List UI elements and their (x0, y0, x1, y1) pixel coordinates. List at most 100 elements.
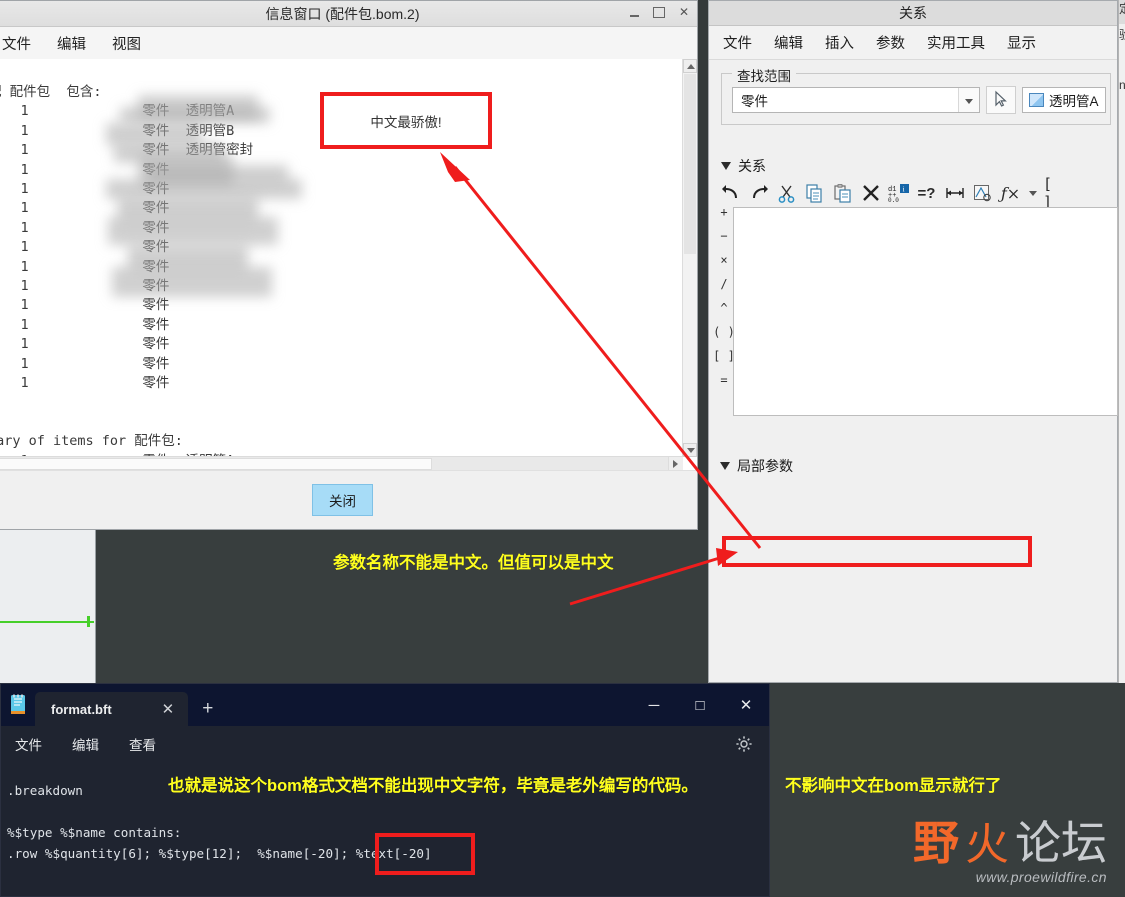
callout-box: 中文最骄傲! (320, 92, 492, 149)
green-reference-line (0, 621, 94, 623)
watermark-char-2: 论坛 (1015, 816, 1107, 870)
close-icon[interactable]: ✕ (723, 684, 769, 726)
menu-item-parameters[interactable]: 参数 (876, 32, 905, 53)
highlight-box-param-row (722, 536, 1032, 567)
redaction-block (108, 217, 278, 245)
redaction-block (106, 123, 201, 145)
info-window-menubar: 文件 编辑 视图 (0, 27, 697, 60)
hscroll-thumb[interactable] (0, 458, 432, 470)
units-icon[interactable] (970, 181, 995, 205)
relations-section-header[interactable]: 关系 (721, 156, 766, 176)
highlight-box-text-token (375, 833, 475, 875)
menu-item-file[interactable]: 文件 (15, 734, 42, 754)
menu-item-edit[interactable]: 编辑 (774, 32, 803, 53)
scope-type-select[interactable]: 零件 (732, 87, 980, 113)
delete-icon[interactable] (858, 181, 883, 205)
paste-icon[interactable] (830, 181, 855, 205)
relations-menubar: 文件 编辑 插入 参数 实用工具 显示 (709, 26, 1117, 60)
notepad-tab[interactable]: format.bft ✕ (35, 692, 189, 726)
svg-text:i: i (902, 184, 904, 193)
info-window-title: 信息窗口 (配件包.bom.2) (265, 6, 420, 22)
function-dropdown-icon[interactable] (1026, 181, 1040, 205)
operator-equals[interactable]: = (720, 373, 727, 387)
scroll-right-icon[interactable] (668, 457, 683, 471)
scroll-thumb[interactable] (684, 74, 696, 254)
relations-titlebar: 关系 (709, 1, 1117, 26)
scope-object-field[interactable]: 透明管A (1022, 87, 1106, 113)
dimension-icon[interactable] (942, 181, 967, 205)
info-window-vertical-scrollbar[interactable] (682, 59, 697, 457)
function-icon[interactable]: ƒ× (998, 181, 1023, 205)
green-reference-tick (87, 616, 90, 627)
scroll-down-icon[interactable] (683, 443, 697, 457)
annotation-bom-note: 也就是说这个bom格式文档不能出现中文字符，毕竟是老外编写的代码。 (168, 777, 698, 795)
new-tab-button[interactable]: + (188, 698, 227, 726)
redo-icon[interactable] (746, 181, 771, 205)
undo-icon[interactable] (718, 181, 743, 205)
close-icon[interactable]: ✕ (162, 700, 175, 718)
minimize-icon[interactable]: ─ (631, 684, 677, 726)
menu-item-display[interactable]: 显示 (1007, 32, 1036, 53)
notepad-menubar: 文件 编辑 查看 (1, 726, 769, 762)
operator-divide[interactable]: / (720, 277, 727, 291)
close-icon[interactable]: ✕ (679, 5, 689, 19)
operator-minus[interactable]: − (720, 229, 727, 243)
info-window: 信息窗口 (配件包.bom.2) ✕ 文件 编辑 视图 配 配件包 包含: 1 … (0, 0, 698, 530)
gear-icon[interactable] (735, 735, 753, 756)
menu-item-edit[interactable]: 编辑 (72, 734, 99, 754)
watermark-char-1: 野 (913, 816, 959, 870)
menu-item-utilities[interactable]: 实用工具 (927, 32, 985, 53)
operator-power[interactable]: ^ (720, 301, 727, 315)
redaction-block (138, 95, 258, 119)
background-left-panel (0, 530, 96, 685)
relations-editor[interactable] (733, 207, 1118, 416)
cut-icon[interactable] (774, 181, 799, 205)
relations-title: 关系 (899, 5, 927, 21)
close-button[interactable]: 关闭 (312, 484, 373, 516)
menu-item-insert[interactable]: 插入 (825, 32, 854, 53)
search-scope-legend: 查找范围 (732, 65, 796, 85)
notepad-scrollbar[interactable] (761, 762, 768, 894)
sort-relations-icon[interactable]: d1 ++ 0.0 i (886, 181, 911, 205)
right-edge-menu: 验 (1119, 26, 1125, 56)
verify-icon[interactable]: =? (914, 181, 939, 205)
part-cube-icon (1029, 93, 1044, 107)
copy-icon[interactable] (802, 181, 827, 205)
flame-icon: 火 (965, 820, 1009, 869)
relations-toolbar: d1 ++ 0.0 i =? ƒ× [ ] (712, 175, 1125, 211)
operator-multiply[interactable]: × (720, 253, 727, 267)
scroll-up-icon[interactable] (683, 59, 697, 73)
menu-item-file[interactable]: 文件 (2, 33, 31, 54)
menu-item-file[interactable]: 文件 (723, 32, 752, 53)
svg-text:0.0: 0.0 (888, 197, 899, 203)
annotation-bom-note-2: 不影响中文在bom显示就行了 (785, 777, 1002, 795)
watermark-brand: 野 火 论坛 (913, 807, 1107, 873)
operator-brackets[interactable]: [ ] (713, 349, 735, 363)
notepad-tab-name: format.bft (51, 701, 112, 717)
chevron-down-icon[interactable] (958, 88, 979, 112)
watermark: 野 火 论坛 www.proewildfire.cn (913, 807, 1107, 885)
right-edge-title: 定 (1119, 0, 1125, 24)
notepad-tabstrip: format.bft ✕ + ─ □ ✕ (1, 684, 769, 726)
collapse-triangle-icon (720, 462, 730, 470)
screen: 信息窗口 (配件包.bom.2) ✕ 文件 编辑 视图 配 配件包 包含: 1 … (0, 0, 1125, 897)
scope-object-value: 透明管A (1049, 94, 1099, 109)
maximize-icon[interactable]: □ (677, 684, 723, 726)
callout-text: 中文最骄傲! (370, 114, 442, 130)
collapse-triangle-icon (721, 162, 731, 170)
info-window-titlebar: 信息窗口 (配件包.bom.2) ✕ (0, 1, 697, 27)
menu-item-view[interactable]: 视图 (112, 33, 141, 54)
operator-parens[interactable]: ( ) (713, 325, 735, 339)
info-window-horizontal-scrollbar[interactable] (0, 456, 683, 471)
redaction-block (112, 267, 272, 297)
cursor-arrow-icon[interactable] (986, 86, 1016, 114)
brackets-icon[interactable]: [ ] (1043, 175, 1068, 211)
local-params-section-header[interactable]: 局部参数 (720, 456, 793, 476)
maximize-icon[interactable] (652, 6, 665, 18)
minimize-icon[interactable] (629, 8, 639, 17)
scope-type-value: 零件 (741, 94, 768, 109)
annotation-parameter-note: 参数名称不能是中文。但值可以是中文 (333, 554, 614, 572)
operator-plus[interactable]: + (720, 205, 727, 219)
menu-item-view[interactable]: 查看 (129, 734, 156, 754)
menu-item-edit[interactable]: 编辑 (57, 33, 86, 54)
